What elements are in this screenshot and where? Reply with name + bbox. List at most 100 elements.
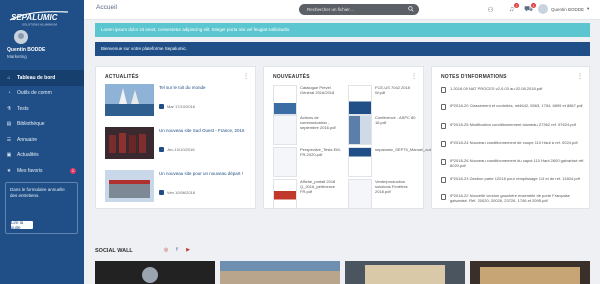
news-date: Jeu 10/10/2016: [159, 147, 195, 152]
sidebar-item-library[interactable]: ▤ Bibliothèque: [0, 117, 84, 133]
top-bar: Accueil Rechercher un fichier… ⚇ ♫ 2 ⛟ 1…: [84, 0, 600, 20]
info-note-label: IP2018-24 Nouveau conditionnement de cou…: [450, 140, 578, 145]
news-thumbnail: [105, 127, 154, 159]
document-item[interactable]: Perspective_Tests EM-FR-2020.pdf: [273, 147, 345, 177]
social-photo[interactable]: [345, 261, 465, 284]
news-title: Un nouveau site pour un nouveau départ !: [159, 171, 244, 176]
info-note-item[interactable]: IP2018-24 Nouveau conditionnement de cou…: [441, 140, 589, 153]
info-note-label: IP2018-20 Classement et contrôles, mf464…: [450, 103, 583, 108]
sidebar-item-label: Outils de comm: [17, 90, 52, 97]
file-icon: [441, 141, 446, 147]
news-card-title: ACTUALITÉS: [105, 74, 139, 80]
sidebar-item-dashboard[interactable]: ⌂ Tableau de bord: [0, 70, 84, 86]
welcome-alert: Bienvenue sur votre plateforme Sepalumic…: [95, 42, 590, 56]
promo-read-more-button[interactable]: Lire la suite: [11, 220, 33, 230]
social-photo[interactable]: [220, 261, 340, 284]
topbar-avatar: [538, 4, 548, 14]
news-thumbnail: [105, 84, 154, 116]
news-item[interactable]: Un nouveau site pour un nouveau départ !…: [105, 170, 255, 202]
company-logo[interactable]: SEPALUMIC SOLUTIONS ALUMINIUM: [8, 6, 78, 28]
breadcrumb[interactable]: Accueil: [96, 4, 117, 11]
search-icon[interactable]: [408, 6, 414, 12]
info-note-item[interactable]: IP2018-22 Nouvelle version gauchère ense…: [441, 193, 589, 206]
more-vertical-icon[interactable]: ⋮: [577, 73, 583, 80]
file-icon: [441, 123, 446, 129]
news-thumbnail: [105, 170, 154, 202]
calendar-icon: [159, 147, 164, 152]
social-photo[interactable]: [470, 261, 590, 284]
info-notes-card-title: NOTES D'INFORMATIONS: [441, 74, 507, 80]
calendar-icon: [159, 190, 164, 195]
users-icon[interactable]: ⚇: [486, 5, 495, 14]
document-item[interactable]: Conférence - ASPC 80 16.pdf: [348, 115, 420, 145]
facebook-icon[interactable]: f: [174, 247, 180, 253]
document-item[interactable]: FCE-US 7042 2018 W.pdf: [348, 85, 420, 115]
more-vertical-icon[interactable]: ⋮: [411, 73, 417, 80]
document-label: sepalumic_SEP75_Manuel_outil_2018.pdf: [375, 147, 451, 152]
info-note-item[interactable]: IP2018-23 Gestion parte 12018 pour rempl…: [441, 176, 589, 189]
document-item[interactable]: sepalumic_SEP75_Manuel_outil_2018.pdf: [348, 147, 451, 177]
document-thumbnail: [348, 85, 372, 115]
promo-text: Dans le formulaire annuelle des entretie…: [10, 187, 65, 198]
sidebar-item-label: Actualités: [17, 152, 39, 159]
sidebar-item-label: Tableau de bord: [17, 74, 56, 81]
contacts-icon: ☰: [6, 136, 12, 143]
info-note-item[interactable]: IP2018-20 Classement et contrôles, mf464…: [441, 103, 589, 116]
file-icon: [441, 87, 446, 93]
user-role: Marketing: [7, 54, 27, 59]
news-item[interactable]: Un nouveau site Sud Ouest - France, 2016…: [105, 127, 255, 159]
document-item[interactable]: Catalogue Prével Général 2016/2018: [273, 85, 345, 115]
document-item[interactable]: Actions de communication - septembre 201…: [273, 115, 345, 145]
more-vertical-icon[interactable]: ⋮: [243, 73, 249, 80]
document-label: Actions de communication - septembre 201…: [300, 115, 336, 130]
cart-icon[interactable]: ⛟ 1: [524, 3, 536, 14]
sidebar-item-label: Bibliothèque: [17, 121, 45, 128]
youtube-icon[interactable]: ▶: [185, 247, 191, 253]
sidebar-item-label: Annuaire: [17, 136, 38, 143]
bell-icon[interactable]: ♫ 2: [507, 3, 519, 14]
info-note-item[interactable]: IP2018-26 Nouveau conditionnement du cap…: [441, 158, 589, 171]
notification-badge: 2: [514, 3, 519, 8]
instagram-icon[interactable]: ◎: [163, 247, 169, 253]
document-item[interactable]: Vente/production solutions Fenêtres 2018…: [348, 179, 420, 209]
document-item[interactable]: Affiche_portail 2018 Q_2016_pertinence F…: [273, 179, 345, 209]
sidebar-item-news[interactable]: ▣ Actualités: [0, 148, 84, 164]
star-icon: ★: [6, 167, 12, 174]
news-date: Ven 10/06/2016: [159, 190, 195, 195]
social-photo[interactable]: [95, 261, 215, 284]
social-wall-title: SOCIAL WALL: [95, 248, 133, 254]
sidebar-item-comm-tools[interactable]: ◔ Outils de comm: [0, 86, 84, 102]
file-icon: [441, 177, 446, 183]
document-label: Conférence - ASPC 80 16.pdf: [375, 115, 416, 125]
user-menu[interactable]: Quentin BODDE ▾: [538, 4, 589, 14]
sidebar-item-favorites[interactable]: ★ Mes favoris 1: [0, 163, 84, 179]
sidebar-item-label: Tests: [17, 105, 29, 112]
logo-mark: SEPALUMIC SOLUTIONS ALUMINIUM: [9, 11, 69, 27]
megaphone-icon: ◔: [7, 90, 11, 97]
document-thumbnail: [273, 179, 297, 209]
sidebar-nav: ⌂ Tableau de bord ◔ Outils de comm ⚗ Tes…: [0, 70, 84, 179]
file-icon: [441, 159, 446, 165]
sidebar-item-directory[interactable]: ☰ Annuaire: [0, 132, 84, 148]
document-label: Perspective_Tests EM-FR-2020.pdf: [300, 147, 341, 157]
sidebar-item-tests[interactable]: ⚗ Tests: [0, 101, 84, 117]
document-thumbnail: [348, 115, 372, 145]
svg-text:SEPALUMIC: SEPALUMIC: [11, 13, 58, 22]
news-item[interactable]: Tel sur le toit du monde Mar 17/10/2016: [105, 84, 255, 116]
cart-badge: 1: [531, 3, 536, 8]
info-alert: Lorem ipsum dolor sit amet, consectetur …: [95, 23, 590, 37]
info-note-item[interactable]: IP2018-25 Modification conditionnement c…: [441, 122, 589, 135]
news-title: Un nouveau site Sud Ouest - France, 2016: [159, 128, 245, 133]
sidebar-item-label: Mes favoris: [17, 167, 43, 174]
info-note-label: IP2018-22 Nouvelle version gauchère ense…: [450, 193, 570, 203]
document-thumbnail: [273, 115, 297, 145]
info-note-label: 1.2016.09 NAT PROCES v2.0-03 au 02.08.20…: [450, 86, 543, 91]
chevron-down-icon: ▾: [587, 6, 590, 11]
search-placeholder: Rechercher un fichier…: [307, 7, 355, 12]
news-icon: ▣: [6, 152, 12, 159]
search-input[interactable]: Rechercher un fichier…: [299, 4, 419, 15]
info-note-item[interactable]: 1.2016.09 NAT PROCES v2.0-03 au 02.08.20…: [441, 86, 589, 99]
flask-icon: ⚗: [6, 105, 12, 112]
file-icon: [441, 104, 446, 110]
user-avatar[interactable]: [14, 30, 28, 44]
